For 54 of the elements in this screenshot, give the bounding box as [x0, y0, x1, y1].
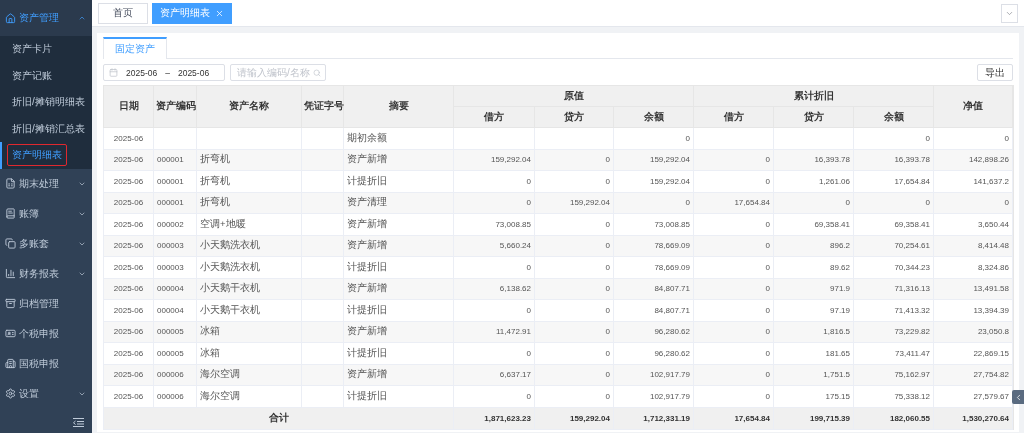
table-cell: 2025-06	[103, 364, 154, 386]
menu-item[interactable]: 个税申报	[0, 318, 92, 349]
total-label: 合计	[103, 407, 454, 429]
table-header-cell: 日期	[103, 85, 154, 128]
table-header-cell: 摘要	[343, 85, 454, 128]
menu-icon	[5, 298, 16, 309]
table-cell: 2025-06	[103, 385, 154, 407]
menu-item[interactable]: 财务报表	[0, 258, 92, 289]
table-header-cell: 原值	[453, 85, 694, 107]
export-button[interactable]: 导出	[977, 64, 1013, 81]
submenu-item[interactable]: 折旧/摊销明细表	[8, 92, 89, 113]
menu-icon	[5, 388, 16, 399]
table-cell: 2025-06	[103, 278, 154, 300]
collapse-menu-icon[interactable]	[73, 417, 84, 427]
submenu-item[interactable]: 折旧/摊销汇总表	[8, 118, 89, 139]
calendar-icon	[109, 68, 118, 77]
menu-item[interactable]: 账簿	[0, 198, 92, 229]
table-cell: 2025-06	[103, 342, 154, 364]
menu-item[interactable]: 设置	[0, 378, 92, 409]
date-range-field[interactable]: 2025-06 – 2025-06	[103, 64, 225, 81]
table-cell: 2025-06	[103, 192, 154, 214]
table-cell: 2025-06	[103, 213, 154, 235]
menu-icon	[5, 238, 16, 249]
menu-icon	[5, 268, 16, 279]
close-icon[interactable]	[215, 8, 224, 18]
search-icon	[313, 68, 321, 77]
menu-item[interactable]: 多账套	[0, 228, 92, 259]
submenu-item[interactable]: 资产卡片	[8, 39, 56, 60]
submenu-item[interactable]: 资产明细表	[8, 145, 66, 166]
menu-icon	[5, 208, 16, 219]
table-header-cell: 资产名称	[196, 85, 302, 128]
menu-item[interactable]: 期末处理	[0, 168, 92, 199]
menu-item[interactable]: 国税申报	[0, 348, 92, 379]
table-header-cell: 资产编码	[153, 85, 197, 128]
table-cell: 2025-06	[103, 299, 154, 321]
table-cell: 2025-06	[103, 235, 154, 257]
table-cell: 2025-06	[103, 170, 154, 192]
chevron-up-icon	[78, 14, 86, 22]
submenu-item[interactable]: 资产记账	[8, 65, 56, 86]
menu-icon	[5, 328, 16, 339]
menu-item[interactable]: 归档管理	[0, 288, 92, 319]
table-header-cell: 净值	[933, 85, 1013, 128]
table-cell: 2025-06	[103, 127, 154, 149]
menu-icon	[5, 358, 16, 369]
menu-icon	[5, 12, 16, 24]
table-header-cell: 累计折旧	[693, 85, 934, 107]
table-cell: 2025-06	[103, 149, 154, 171]
table-header-cell: 凭证字号	[301, 85, 344, 128]
side-panel-toggle[interactable]	[1012, 390, 1024, 404]
menu-item[interactable]: 资产管理	[0, 0, 92, 36]
table-cell: 2025-06	[103, 256, 154, 278]
page-tab[interactable]: 首页	[98, 2, 148, 24]
menu-icon	[5, 178, 16, 189]
table-cell: 2025-06	[103, 321, 154, 343]
